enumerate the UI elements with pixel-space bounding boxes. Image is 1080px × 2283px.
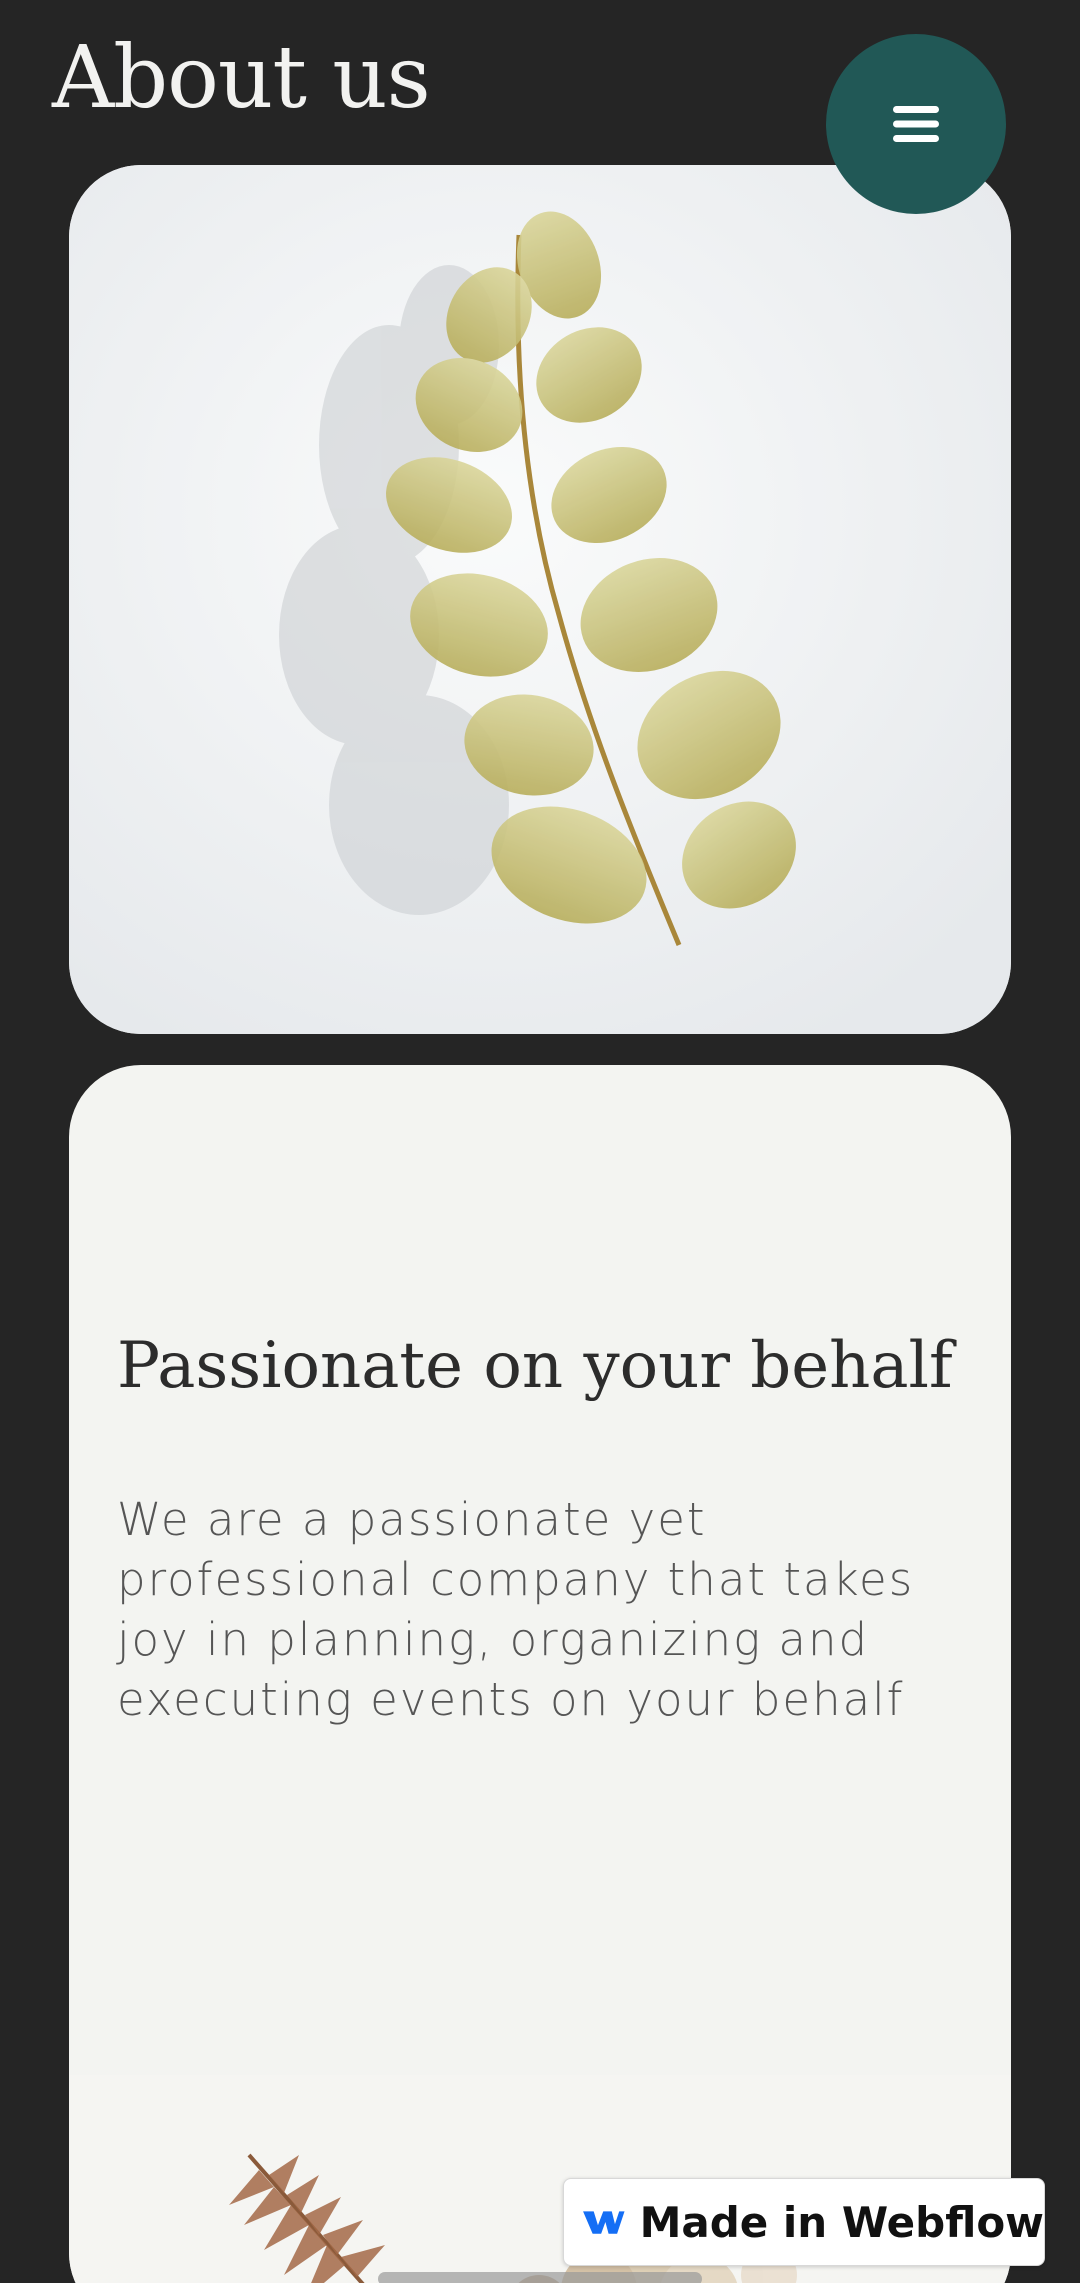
hero-image-card	[69, 165, 1011, 1034]
badge-label: Made in Webflow	[639, 2197, 1044, 2247]
card-description-line: professional company that takes	[117, 1553, 915, 1606]
card-description: We are a passionate yet professional com…	[117, 1490, 977, 1730]
card-description-line: joy in planning, organizing and	[117, 1613, 870, 1666]
card-heading: Passionate on your behalf	[117, 1329, 953, 1403]
home-indicator[interactable]	[378, 2272, 702, 2283]
card-description-line: We are a passionate yet	[117, 1493, 707, 1546]
info-card: Passionate on your behalf We are a passi…	[69, 1065, 1011, 2283]
menu-button[interactable]	[826, 34, 1006, 214]
made-in-webflow-badge[interactable]: Made in Webflow	[563, 2178, 1045, 2266]
webflow-logo-icon	[583, 2211, 625, 2234]
fern-leaf-image	[69, 165, 1011, 1034]
card-description-line: executing events on your behalf	[117, 1673, 905, 1726]
page-title: About us	[52, 28, 431, 128]
hamburger-menu-icon	[893, 106, 939, 142]
